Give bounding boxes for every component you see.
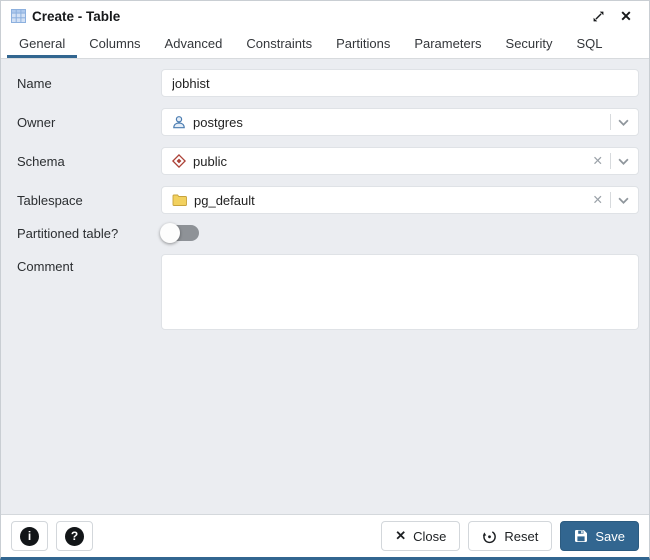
save-icon: [574, 529, 588, 543]
owner-row: Owner postgres: [9, 108, 639, 136]
comment-textarea[interactable]: [161, 254, 639, 330]
maximize-icon[interactable]: [587, 5, 609, 27]
reset-button-label: Reset: [504, 529, 538, 544]
help-button[interactable]: ?: [56, 521, 93, 551]
close-button-label: Close: [413, 529, 446, 544]
combo-divider: [610, 153, 611, 169]
name-input[interactable]: [161, 69, 639, 97]
schema-icon: [172, 154, 186, 168]
tablespace-row: Tablespace pg_default ✕: [9, 186, 639, 214]
clear-icon[interactable]: ✕: [593, 155, 603, 168]
tab-general[interactable]: General: [7, 31, 77, 58]
tablespace-select[interactable]: pg_default ✕: [161, 186, 639, 214]
tab-columns[interactable]: Columns: [77, 31, 152, 58]
chevron-down-icon[interactable]: [618, 197, 629, 204]
save-button-label: Save: [595, 529, 625, 544]
schema-row: Schema public ✕: [9, 147, 639, 175]
create-table-dialog: Create - Table ✕ General Columns Advance…: [0, 0, 650, 560]
tablespace-value: pg_default: [194, 193, 255, 208]
reset-icon: [482, 529, 497, 544]
chevron-down-icon[interactable]: [618, 119, 629, 126]
comment-row: Comment: [9, 254, 639, 335]
close-x-icon: ✕: [395, 528, 406, 544]
partitioned-toggle[interactable]: [163, 225, 199, 241]
clear-icon[interactable]: ✕: [593, 194, 603, 207]
tab-security[interactable]: Security: [494, 31, 565, 58]
schema-value: public: [193, 154, 227, 169]
dialog-footer: i ? ✕ Close Reset: [1, 514, 649, 557]
general-tab-panel: Name Owner postgres: [1, 59, 649, 514]
name-label: Name: [9, 76, 161, 91]
tab-sql[interactable]: SQL: [565, 31, 615, 58]
tab-partitions[interactable]: Partitions: [324, 31, 402, 58]
schema-label: Schema: [9, 154, 161, 169]
schema-select[interactable]: public ✕: [161, 147, 639, 175]
owner-value: postgres: [193, 115, 243, 130]
owner-label: Owner: [9, 115, 161, 130]
dialog-title: Create - Table: [32, 9, 120, 24]
tab-advanced[interactable]: Advanced: [153, 31, 235, 58]
chevron-down-icon[interactable]: [618, 158, 629, 165]
sql-help-button[interactable]: i: [11, 521, 48, 551]
tablespace-label: Tablespace: [9, 193, 161, 208]
help-icon: ?: [65, 527, 84, 546]
name-row: Name: [9, 69, 639, 97]
info-icon: i: [20, 527, 39, 546]
tab-parameters[interactable]: Parameters: [402, 31, 493, 58]
folder-icon: [172, 194, 187, 206]
save-button[interactable]: Save: [560, 521, 639, 551]
dialog-tabbar: General Columns Advanced Constraints Par…: [1, 31, 649, 59]
user-icon: [172, 115, 186, 129]
combo-divider: [610, 192, 611, 208]
reset-button[interactable]: Reset: [468, 521, 552, 551]
close-icon[interactable]: ✕: [615, 5, 637, 27]
close-button[interactable]: ✕ Close: [381, 521, 460, 551]
table-icon: [11, 9, 26, 23]
partitioned-row: Partitioned table?: [9, 225, 639, 241]
owner-select[interactable]: postgres: [161, 108, 639, 136]
tab-constraints[interactable]: Constraints: [234, 31, 324, 58]
combo-divider: [610, 114, 611, 130]
toggle-knob: [160, 223, 180, 243]
comment-label: Comment: [9, 254, 161, 274]
dialog-titlebar: Create - Table ✕: [1, 1, 649, 31]
partitioned-label: Partitioned table?: [9, 226, 161, 241]
